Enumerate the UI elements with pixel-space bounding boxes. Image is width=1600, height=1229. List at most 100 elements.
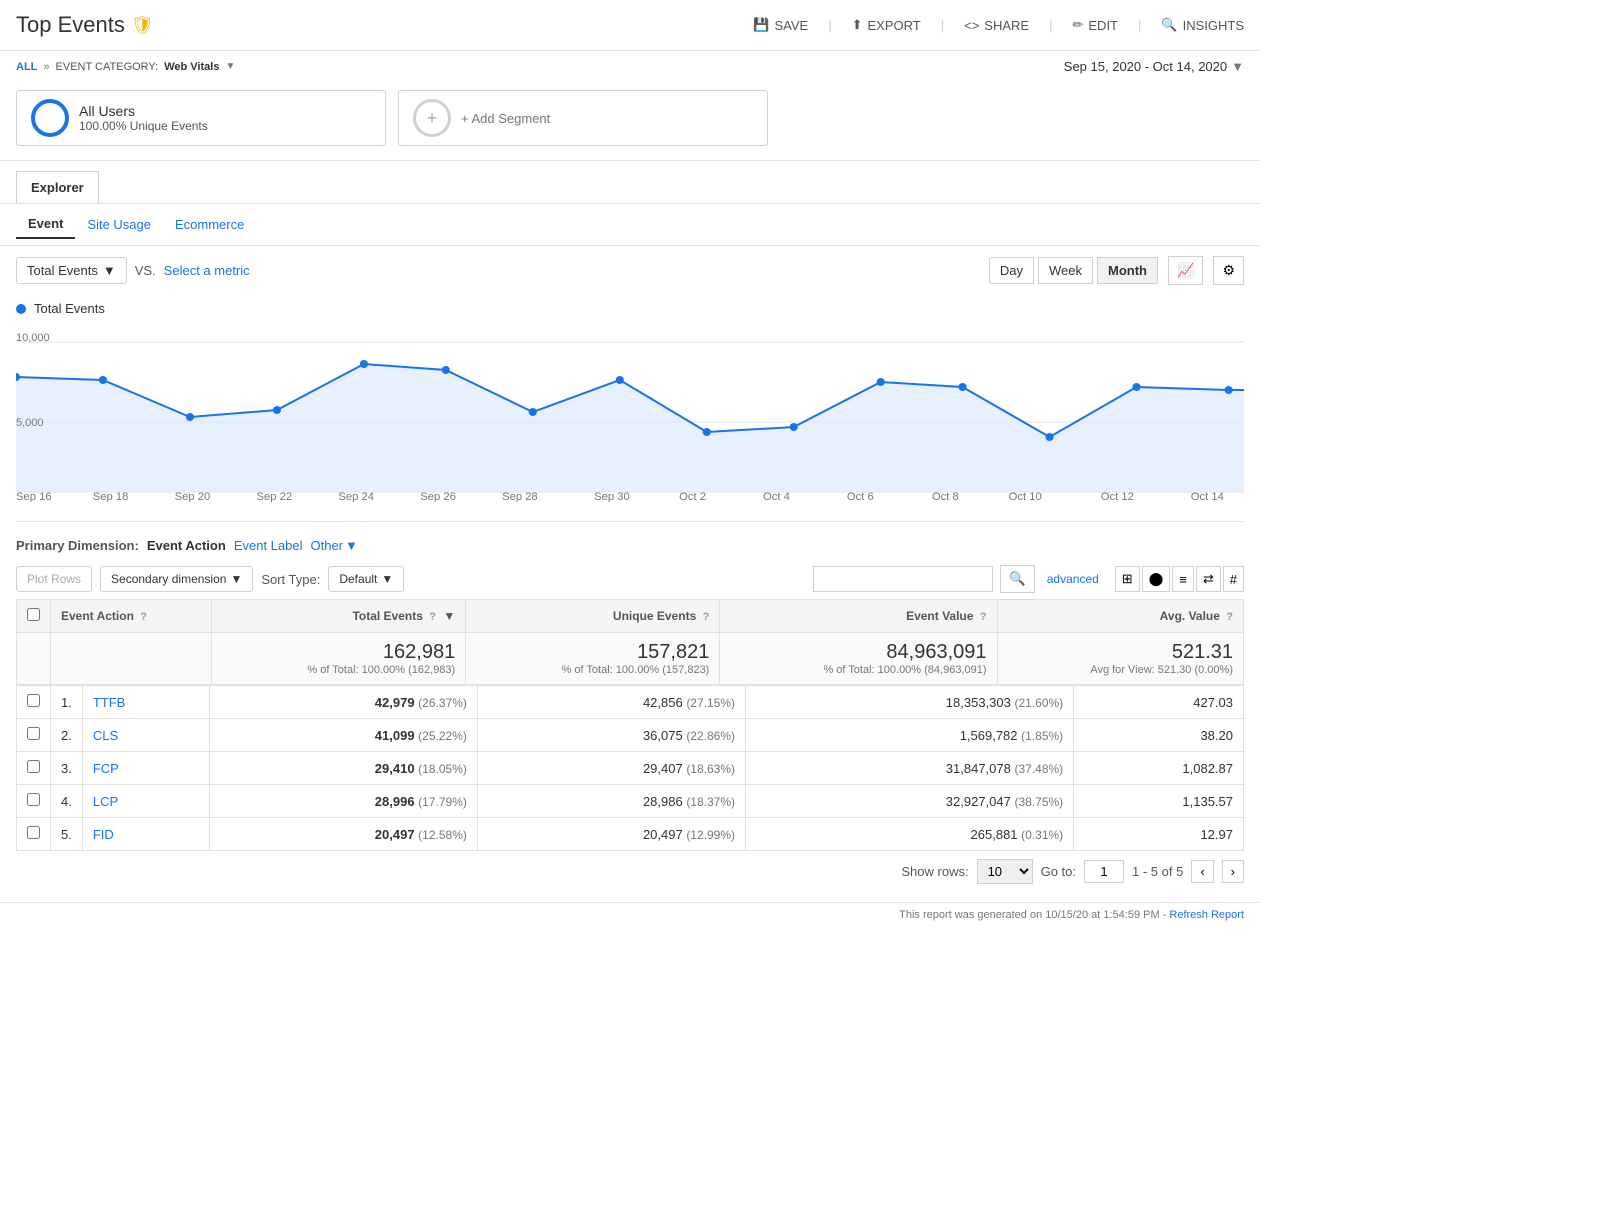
help-icon-avg-value[interactable]: ?	[1226, 611, 1233, 623]
select-all-checkbox[interactable]	[27, 608, 40, 621]
row-action-link-2[interactable]: FCP	[93, 761, 119, 776]
svg-text:Sep 24: Sep 24	[338, 491, 374, 502]
other-dropdown[interactable]: Other ▼	[310, 538, 357, 553]
sort-arrow-total-events: ▼	[443, 609, 455, 623]
help-icon-total-events[interactable]: ?	[429, 611, 436, 623]
svg-text:Oct 2: Oct 2	[679, 491, 706, 502]
table-row: 3. FCP 29,410 (18.05%) 29,407 (18.63%) 3…	[17, 752, 1244, 785]
metric-dropdown[interactable]: Total Events ▼	[16, 257, 127, 284]
total-events-main: 162,981	[222, 641, 455, 664]
row-checkbox-2[interactable]	[27, 760, 40, 773]
event-label-link[interactable]: Event Label	[234, 538, 303, 553]
tab-ecommerce[interactable]: Ecommerce	[163, 211, 256, 238]
event-value-sub: % of Total: 100.00% (84,963,091)	[730, 664, 986, 676]
chart-line-view-button[interactable]: 📈	[1168, 256, 1203, 285]
row-checkbox-4[interactable]	[27, 826, 40, 839]
breadcrumb-category-label: EVENT CATEGORY:	[56, 61, 159, 73]
top-bar: Top Events 🛡 💾 SAVE | ⬆ EXPORT | <> SHAR…	[0, 0, 1260, 51]
svg-text:Oct 6: Oct 6	[847, 491, 874, 502]
plot-rows-button[interactable]: Plot Rows	[16, 566, 92, 592]
page-range: 1 - 5 of 5	[1132, 864, 1183, 879]
breadcrumb-all[interactable]: ALL	[16, 61, 37, 73]
table-row: 1. TTFB 42,979 (26.37%) 42,856 (27.15%) …	[17, 686, 1244, 719]
page-title: Top Events	[16, 12, 125, 38]
data-table: Event Action ? Total Events ? ▼ Unique E…	[16, 599, 1244, 685]
row-action-link-1[interactable]: CLS	[93, 728, 118, 743]
row-checkbox-1[interactable]	[27, 727, 40, 740]
row-action-link-4[interactable]: FID	[93, 827, 114, 842]
explorer-tab[interactable]: Explorer	[16, 171, 99, 203]
col-avg-value: Avg. Value ?	[997, 600, 1243, 633]
sort-default-dropdown[interactable]: Default ▼	[328, 566, 404, 592]
export-button[interactable]: ⬆ EXPORT	[852, 17, 921, 33]
totals-row: 162,981 % of Total: 100.00% (162,983) 15…	[17, 633, 1244, 685]
date-range-arrow-icon: ▼	[1231, 59, 1244, 74]
help-icon-unique-events[interactable]: ?	[703, 611, 710, 623]
legend-label: Total Events	[34, 301, 105, 316]
share-button[interactable]: <> SHARE	[964, 18, 1029, 33]
advanced-link[interactable]: advanced	[1047, 572, 1099, 586]
svg-text:Oct 14: Oct 14	[1191, 491, 1224, 502]
table-toolbar: Plot Rows Secondary dimension ▼ Sort Typ…	[16, 559, 1244, 599]
view-pie-icon[interactable]: ⬤	[1142, 566, 1171, 592]
add-segment-button[interactable]: + + Add Segment	[398, 90, 768, 146]
breadcrumb-dropdown-icon[interactable]: ▼	[225, 61, 235, 72]
primary-dimension-label: Primary Dimension:	[16, 538, 139, 553]
row-checkbox-3[interactable]	[27, 793, 40, 806]
tab-site-usage[interactable]: Site Usage	[75, 211, 163, 238]
row-action-link-0[interactable]: TTFB	[93, 695, 126, 710]
view-pivot-icon[interactable]: #	[1223, 566, 1244, 592]
breadcrumb: ALL » EVENT CATEGORY: Web Vitals ▼ Sep 1…	[0, 51, 1260, 82]
show-rows-label: Show rows:	[901, 864, 968, 879]
svg-text:Oct 4: Oct 4	[763, 491, 790, 502]
unique-events-sub: % of Total: 100.00% (157,823)	[476, 664, 709, 676]
view-table-icon[interactable]: ⊞	[1115, 566, 1140, 592]
table-row: 2. CLS 41,099 (25.22%) 36,075 (22.86%) 1…	[17, 719, 1244, 752]
period-day-button[interactable]: Day	[989, 257, 1034, 284]
other-dropdown-icon: ▼	[345, 538, 358, 553]
svg-text:Sep 26: Sep 26	[420, 491, 456, 502]
breadcrumb-category-value: Web Vitals	[164, 61, 219, 73]
view-compare-icon[interactable]: ⇄	[1196, 566, 1221, 592]
edit-icon: ✏	[1072, 17, 1083, 33]
svg-text:Sep 22: Sep 22	[256, 491, 292, 502]
chart-controls: Total Events ▼ VS. Select a metric Day W…	[0, 246, 1260, 295]
date-range[interactable]: Sep 15, 2020 - Oct 14, 2020 ▼	[1064, 59, 1244, 74]
view-list-icon[interactable]: ≡	[1172, 566, 1194, 592]
secondary-dimension-dropdown[interactable]: Secondary dimension ▼	[100, 566, 253, 592]
next-page-button[interactable]: ›	[1222, 860, 1244, 883]
vs-label: VS.	[135, 263, 156, 278]
period-month-button[interactable]: Month	[1097, 257, 1158, 284]
svg-text:Oct 8: Oct 8	[932, 491, 959, 502]
refresh-report-link[interactable]: Refresh Report	[1169, 909, 1244, 921]
y-axis-10000: 10,000	[16, 332, 50, 344]
rows-select[interactable]: 10 25 50 100	[977, 859, 1033, 884]
goto-input[interactable]	[1084, 860, 1124, 883]
segment-circle-icon	[31, 99, 69, 137]
goto-label: Go to:	[1041, 864, 1076, 879]
search-button[interactable]: 🔍	[1000, 565, 1035, 593]
add-segment-circle-icon: +	[413, 99, 451, 137]
col-event-action: Event Action ?	[51, 600, 212, 633]
period-week-button[interactable]: Week	[1038, 257, 1093, 284]
edit-button[interactable]: ✏ EDIT	[1072, 17, 1118, 33]
row-action-link-3[interactable]: LCP	[93, 794, 118, 809]
help-icon-event-value[interactable]: ?	[980, 611, 987, 623]
save-button[interactable]: 💾 SAVE	[753, 17, 808, 33]
chart-scatter-view-button[interactable]: ⚙	[1213, 256, 1244, 285]
select-metric-link[interactable]: Select a metric	[164, 263, 250, 278]
insights-button[interactable]: 🔍 INSIGHTS	[1161, 17, 1244, 33]
secondary-dim-arrow-icon: ▼	[230, 572, 242, 586]
help-icon-event-action[interactable]: ?	[140, 611, 147, 623]
segments-bar: All Users 100.00% Unique Events + + Add …	[0, 82, 1260, 161]
tab-event[interactable]: Event	[16, 210, 75, 239]
prev-page-button[interactable]: ‹	[1191, 860, 1213, 883]
unique-events-main: 157,821	[476, 641, 709, 664]
table-area: Primary Dimension: Event Action Event La…	[0, 522, 1260, 902]
svg-text:Sep 30: Sep 30	[594, 491, 630, 502]
search-input[interactable]	[813, 566, 993, 592]
legend-dot	[16, 304, 26, 314]
avg-value-sub: Avg for View: 521.30 (0.00%)	[1008, 664, 1233, 676]
row-checkbox-0[interactable]	[27, 694, 40, 707]
segment-title: All Users	[79, 103, 208, 119]
